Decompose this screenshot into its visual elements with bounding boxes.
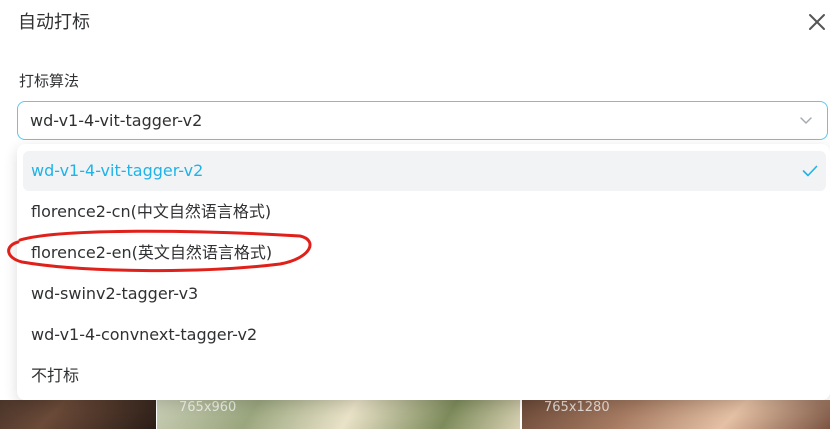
dropdown-option-florence2-en[interactable]: florence2-en(英文自然语言格式)	[23, 233, 826, 273]
option-label: wd-v1-4-vit-tagger-v2	[31, 161, 204, 180]
close-button[interactable]	[804, 9, 830, 35]
thumbnail-size-label: 765x960	[179, 400, 237, 415]
option-label: wd-v1-4-convnext-tagger-v2	[31, 325, 258, 344]
chevron-down-icon	[800, 117, 812, 124]
option-label: florence2-cn(中文自然语言格式)	[31, 202, 272, 221]
select-value: wd-v1-4-vit-tagger-v2	[30, 111, 203, 130]
thumbnail-size-label: 765x1280	[544, 400, 610, 415]
option-label: florence2-en(英文自然语言格式)	[31, 243, 273, 262]
tagging-algorithm-label: 打标算法	[19, 72, 80, 90]
dropdown-option-no-tagging[interactable]: 不打标	[23, 356, 826, 396]
dropdown-option-wd-v1-4-convnext-tagger-v2[interactable]: wd-v1-4-convnext-tagger-v2	[23, 315, 826, 355]
dropdown-option-florence2-cn[interactable]: florence2-cn(中文自然语言格式)	[23, 192, 826, 232]
dialog-title: 自动打标	[18, 12, 90, 33]
algorithm-dropdown-menu: wd-v1-4-vit-tagger-v2 florence2-cn(中文自然语…	[17, 144, 830, 400]
check-icon	[802, 165, 818, 177]
tagging-algorithm-select[interactable]: wd-v1-4-vit-tagger-v2	[17, 101, 828, 140]
auto-tag-dialog: 自动打标 打标算法 wd-v1-4-vit-tagger-v2 wd-v1-4-…	[0, 0, 830, 400]
dropdown-option-wd-v1-4-vit-tagger-v2[interactable]: wd-v1-4-vit-tagger-v2	[23, 151, 826, 191]
close-icon	[809, 14, 825, 30]
dropdown-option-wd-swinv2-tagger-v3[interactable]: wd-swinv2-tagger-v3	[23, 274, 826, 314]
option-label: 不打标	[31, 366, 80, 385]
option-label: wd-swinv2-tagger-v3	[31, 284, 199, 303]
